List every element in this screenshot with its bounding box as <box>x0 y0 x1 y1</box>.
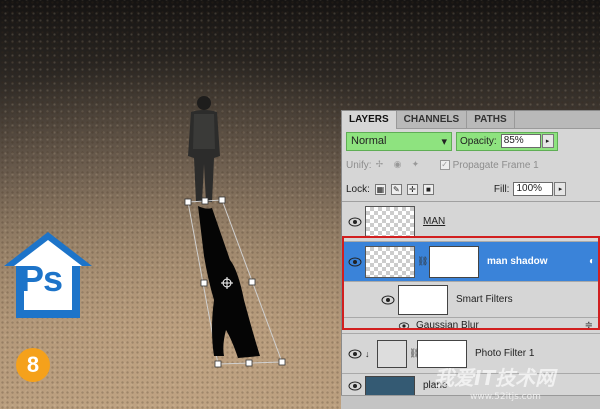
panel-tabs: LAYERS CHANNELS PATHS <box>342 111 600 129</box>
blend-mode-value: Normal <box>351 135 387 147</box>
fill-input[interactable]: 100% <box>513 182 554 196</box>
lock-icons: ▦ ✎ ✛ ■ <box>374 183 434 195</box>
propagate-label: Propagate Frame 1 <box>452 159 539 171</box>
unify-label: Unify: <box>346 159 372 171</box>
watermark-url: www.52itjs.com <box>470 392 541 402</box>
smart-object-icon: ◐ <box>588 256 595 267</box>
opacity-arrow-icon[interactable]: ▸ <box>541 134 554 148</box>
tab-layers[interactable]: LAYERS <box>342 111 397 129</box>
eye-icon[interactable] <box>345 255 365 269</box>
lock-brush-icon[interactable]: ✎ <box>390 183 402 195</box>
chevron-down-icon: ▾ <box>441 135 447 148</box>
opacity-label: Opacity: <box>460 135 497 147</box>
standing-man <box>188 96 220 202</box>
lock-all-icon[interactable]: ■ <box>422 183 434 195</box>
eye-icon[interactable] <box>394 319 414 333</box>
link-icon: ⛓ <box>409 348 421 358</box>
opacity-control: Opacity: 85% ▸ <box>456 131 558 151</box>
eye-icon[interactable] <box>345 379 365 393</box>
logo-text: Ps <box>20 258 63 299</box>
unify-icons: ✢ ◉ ✦ <box>376 159 426 171</box>
smart-filter-mask <box>398 284 448 315</box>
unify-position-icon[interactable]: ✢ <box>376 159 390 171</box>
layer-thumbnail <box>365 205 415 238</box>
smart-filters-row[interactable]: Smart Filters <box>342 282 600 318</box>
layer-man[interactable]: MAN <box>342 202 600 242</box>
eye-icon[interactable] <box>345 347 365 361</box>
gaussian-blur-row[interactable]: Gaussian Blur ≑ <box>342 318 600 334</box>
unify-row: Unify: ✢ ◉ ✦ ✓ Propagate Frame 1 <box>342 153 600 177</box>
opacity-input[interactable]: 85% <box>500 134 541 148</box>
link-icon: ⛓ <box>417 256 429 266</box>
filter-options-icon[interactable]: ≑ <box>585 320 593 331</box>
blend-row: Normal ▾ Opacity: 85% ▸ <box>342 129 600 153</box>
lock-move-icon[interactable]: ✛ <box>406 183 418 195</box>
tab-paths[interactable]: PATHS <box>467 111 515 129</box>
step-number-badge: 8 <box>16 348 50 382</box>
layer-thumbnail <box>365 375 415 396</box>
eye-icon[interactable] <box>378 293 398 307</box>
propagate-checkbox[interactable]: ✓ <box>439 160 450 170</box>
eye-icon[interactable] <box>345 215 365 229</box>
tab-channels[interactable]: CHANNELS <box>397 111 468 129</box>
layer-name: man shadow <box>487 256 548 267</box>
layer-name: Smart Filters <box>456 294 513 305</box>
fill-arrow-icon[interactable]: ▸ <box>554 182 567 196</box>
unify-style-icon[interactable]: ✦ <box>412 159 426 171</box>
lock-transparent-icon[interactable]: ▦ <box>374 183 386 195</box>
lock-label: Lock: <box>346 183 370 195</box>
lock-row: Lock: ▦ ✎ ✛ ■ Fill: 100% ▸ <box>342 177 600 201</box>
fill-label: Fill: <box>493 183 510 195</box>
adjustment-icon <box>377 339 407 368</box>
unify-visibility-icon[interactable]: ◉ <box>394 159 408 171</box>
watermark-text: 我爱IT技术网 <box>434 366 556 390</box>
layer-name: MAN <box>423 216 446 227</box>
filter-mask-thumbnail <box>429 245 479 278</box>
layer-man-shadow[interactable]: ⛓ man shadow ◐ <box>342 242 600 282</box>
layer-name: Photo Filter 1 <box>475 348 535 359</box>
layer-name: Gaussian Blur <box>416 320 479 331</box>
layer-thumbnail <box>365 245 415 278</box>
blend-mode-select[interactable]: Normal ▾ <box>346 131 452 151</box>
clip-arrow-icon: ↓ <box>365 348 370 359</box>
